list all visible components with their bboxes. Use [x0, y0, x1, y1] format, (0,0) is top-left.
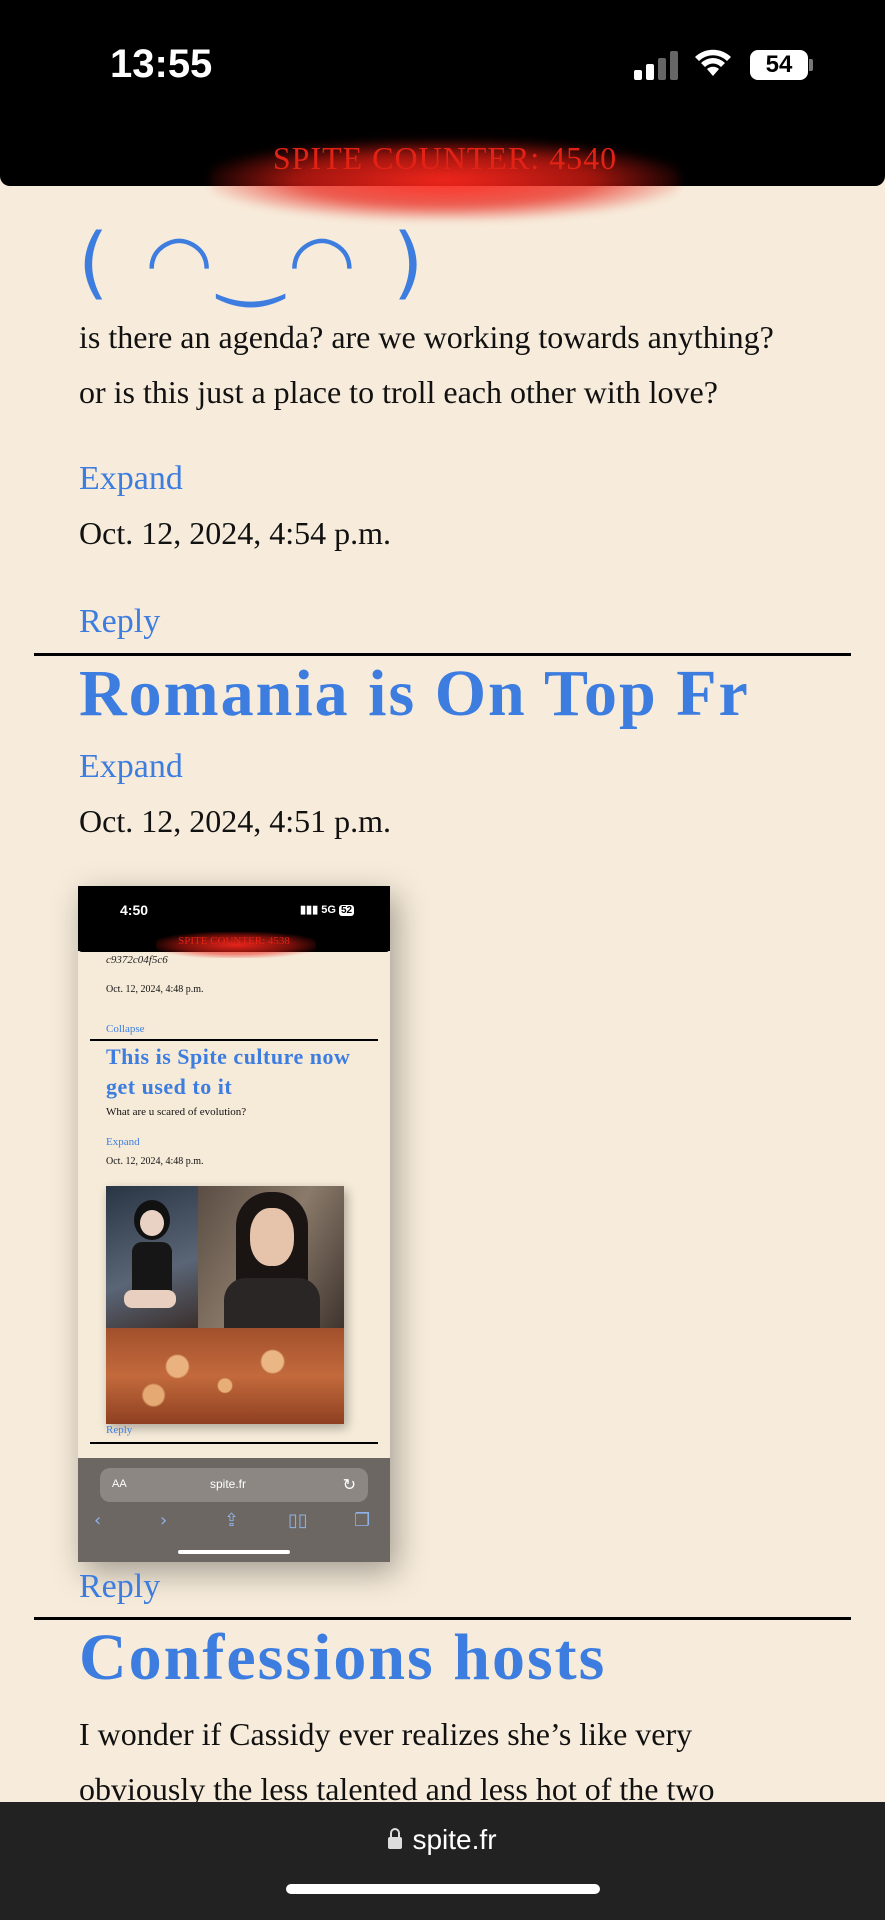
inner-reply-link: Reply — [106, 1424, 133, 1436]
post-title[interactable]: Romania is On Top Fr — [79, 656, 750, 732]
inner-hash: c9372c04f5c6 — [106, 954, 168, 966]
inner-post-title: This is Spite culture now get used to it — [106, 1044, 351, 1099]
inner-url-bar: AA spite.fr ↻ — [100, 1468, 368, 1502]
post-date: Oct. 12, 2024, 4:54 p.m. — [79, 515, 391, 551]
inner-text-size: AA — [112, 1478, 127, 1490]
share-icon: ⇪ — [224, 1510, 240, 1531]
inner-post-date: Oct. 12, 2024, 4:48 p.m. — [106, 1156, 204, 1167]
inner-url: spite.fr — [210, 1477, 247, 1491]
post-title[interactable]: Confessions hosts — [79, 1620, 606, 1696]
inner-status-time: 4:50 — [120, 902, 149, 918]
wifi-icon — [695, 49, 731, 76]
inner-divider — [90, 1442, 378, 1444]
inner-home-indicator — [178, 1550, 290, 1554]
inner-collapse-link: Collapse — [106, 1023, 145, 1035]
tabs-icon: ❐ — [354, 1510, 371, 1531]
inner-collage-image — [106, 1186, 344, 1424]
battery-icon: 54 — [750, 50, 808, 80]
inner-safari-toolbar: AA spite.fr ↻ ‹ › ⇪ ▯▯ ❐ — [78, 1458, 390, 1562]
bookmarks-icon: ▯▯ — [288, 1510, 308, 1531]
reply-link[interactable]: Reply — [79, 603, 160, 641]
girl-photo-panel — [198, 1186, 344, 1328]
post-body-line: is there an agenda? are we working towar… — [79, 319, 774, 355]
cartoon-girl-panel — [106, 1186, 198, 1328]
back-icon: ‹ — [94, 1510, 102, 1531]
post-kaomoji-title[interactable]: ( ◠‿◠ ) — [78, 218, 429, 308]
inner-expand-link: Expand — [106, 1136, 140, 1148]
reload-icon: ↻ — [342, 1477, 356, 1494]
status-bar: 13:55 54 — [0, 0, 885, 132]
spite-counter: SPITE COUNTER: 4540 — [272, 140, 618, 176]
post-date: Oct. 12, 2024, 4:51 p.m. — [79, 803, 391, 839]
post-body-line: or is this just a place to troll each ot… — [79, 374, 718, 410]
reply-link[interactable]: Reply — [79, 1568, 160, 1606]
lock-icon — [388, 1828, 403, 1849]
status-time: 13:55 — [110, 42, 213, 86]
home-indicator[interactable] — [286, 1884, 600, 1894]
inner-signal-icon: ▮▮▮ — [300, 904, 322, 916]
post-body-line: I wonder if Cassidy ever realizes she’s … — [79, 1716, 693, 1752]
battery-tip — [809, 59, 813, 71]
expand-link[interactable]: Expand — [79, 748, 183, 786]
inner-network: 5G — [321, 904, 336, 916]
beans-photo-panel — [106, 1328, 344, 1424]
address-bar[interactable]: spite.fr — [0, 1824, 885, 1856]
forward-icon: › — [160, 1510, 168, 1531]
inner-battery-icon: 52 — [338, 905, 355, 916]
inner-post-body: What are u scared of evolution? — [106, 1106, 247, 1118]
url-text: spite.fr — [412, 1824, 497, 1855]
signal-icon — [634, 50, 680, 80]
expand-link[interactable]: Expand — [79, 460, 183, 498]
browser-bottom-bar[interactable]: spite.fr — [0, 1802, 885, 1920]
inner-status-icons: ▮▮▮ 5G 52 — [300, 903, 355, 916]
inner-date: Oct. 12, 2024, 4:48 p.m. — [106, 984, 204, 995]
inner-spite-counter: SPITE COUNTER: 4538 — [178, 935, 290, 947]
post-image-screenshot[interactable]: 4:50 ▮▮▮ 5G 52 SPITE COUNTER: 4538 c9372… — [78, 886, 390, 1562]
inner-divider — [90, 1039, 378, 1041]
